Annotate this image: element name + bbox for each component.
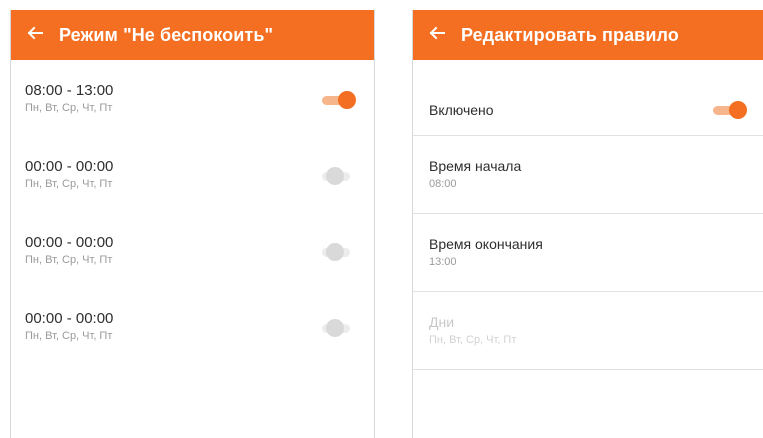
rule-days: Пн, Вт, Ср, Чт, Пт — [25, 330, 113, 342]
end-time-value: 13:00 — [429, 256, 457, 268]
enabled-toggle[interactable] — [713, 101, 747, 119]
app-bar: Режим "Не беспокоить" — [11, 10, 374, 60]
rule-toggle[interactable] — [322, 319, 352, 337]
arrow-left-icon — [27, 25, 43, 46]
app-bar: Редактировать правило — [413, 10, 763, 60]
page-title: Режим "Не беспокоить" — [59, 24, 274, 45]
days-label: Дни — [429, 314, 455, 330]
rule-item[interactable]: 00:00 - 00:00 Пн, Вт, Ср, Чт, Пт — [11, 136, 374, 212]
rule-item[interactable]: 00:00 - 00:00 Пн, Вт, Ср, Чт, Пт — [11, 288, 374, 364]
end-time-label: Время окончания — [429, 236, 543, 252]
rule-days: Пн, Вт, Ср, Чт, Пт — [25, 178, 113, 190]
start-time-value: 08:00 — [429, 178, 457, 190]
rule-time: 00:00 - 00:00 — [25, 310, 114, 327]
rule-time: 00:00 - 00:00 — [25, 234, 114, 251]
rule-toggle[interactable] — [322, 167, 352, 185]
arrow-left-icon — [429, 25, 445, 46]
edit-rule-screen: Редактировать правило Включено Время нач… — [412, 10, 763, 438]
rule-item[interactable]: 00:00 - 00:00 Пн, Вт, Ср, Чт, Пт — [11, 212, 374, 288]
rule-toggle[interactable] — [322, 91, 356, 109]
rule-time: 08:00 - 13:00 — [25, 82, 114, 99]
enabled-label: Включено — [429, 102, 494, 118]
rule-item[interactable]: 08:00 - 13:00 Пн, Вт, Ср, Чт, Пт — [11, 60, 374, 136]
rule-days: Пн, Вт, Ср, Чт, Пт — [25, 102, 113, 114]
rule-days: Пн, Вт, Ср, Чт, Пт — [25, 254, 113, 266]
rule-time: 00:00 - 00:00 — [25, 158, 114, 175]
days-value: Пн, Вт, Ср, Чт, Пт — [429, 334, 517, 346]
rule-toggle[interactable] — [322, 243, 352, 261]
page-title: Редактировать правило — [461, 24, 679, 45]
days-setting: Дни Пн, Вт, Ср, Чт, Пт — [413, 292, 763, 370]
back-button[interactable] — [413, 10, 461, 60]
end-time-setting[interactable]: Время окончания 13:00 — [413, 214, 763, 292]
start-time-setting[interactable]: Время начала 08:00 — [413, 136, 763, 214]
back-button[interactable] — [11, 10, 59, 60]
enabled-setting[interactable]: Включено — [413, 60, 763, 136]
start-time-label: Время начала — [429, 158, 522, 174]
dnd-screen: Режим "Не беспокоить" 08:00 - 13:00 Пн, … — [10, 10, 375, 438]
